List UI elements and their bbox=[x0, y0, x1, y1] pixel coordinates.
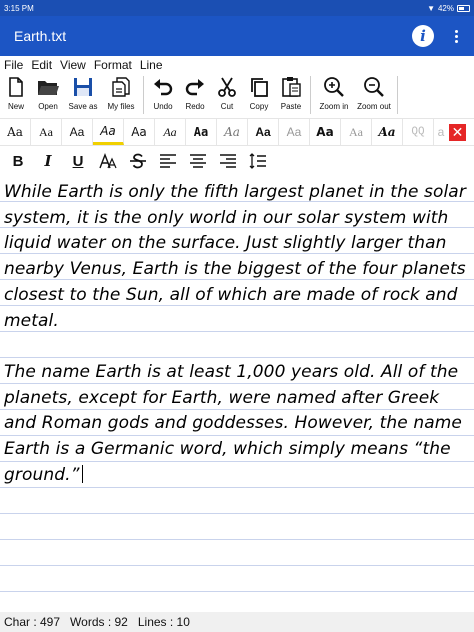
underline-button[interactable]: U bbox=[66, 150, 90, 172]
document-paragraph: While Earth is only the fifth largest pl… bbox=[4, 182, 466, 331]
folder-icon bbox=[38, 81, 59, 95]
undo-icon bbox=[154, 79, 173, 96]
files-icon bbox=[112, 77, 130, 97]
toolbar-divider bbox=[397, 76, 398, 114]
zoom-in-button[interactable]: Zoom in bbox=[314, 73, 354, 117]
toolbar-divider bbox=[310, 76, 311, 114]
line-spacing-icon bbox=[249, 153, 266, 169]
char-count: Char : 497 bbox=[4, 615, 61, 629]
zoom-out-button[interactable]: Zoom out bbox=[354, 73, 394, 117]
copy-button[interactable]: Copy bbox=[243, 73, 275, 117]
copy-icon bbox=[251, 78, 268, 97]
new-label: New bbox=[7, 102, 24, 111]
font-sample[interactable]: Aa bbox=[186, 119, 217, 145]
toolbar-divider bbox=[143, 76, 144, 114]
menu-view[interactable]: View bbox=[60, 58, 86, 72]
font-sample[interactable]: Aa bbox=[248, 119, 279, 145]
status-time: 3:15 PM bbox=[4, 3, 34, 13]
font-sample[interactable]: Aa bbox=[62, 119, 93, 145]
align-right-icon bbox=[220, 154, 236, 168]
system-status-bar: 3:15 PM ▼ 42% bbox=[0, 0, 474, 16]
font-sample-selected[interactable]: Aa bbox=[93, 119, 124, 145]
cut-button[interactable]: Cut bbox=[211, 73, 243, 117]
paste-button[interactable]: Paste bbox=[275, 73, 307, 117]
menu-format[interactable]: Format bbox=[94, 58, 132, 72]
font-sample[interactable]: Aa bbox=[217, 119, 248, 145]
save-as-button[interactable]: Save as bbox=[64, 73, 102, 117]
scissors-icon bbox=[218, 77, 236, 97]
info-icon[interactable]: i bbox=[412, 25, 434, 47]
zoom-out-icon bbox=[364, 77, 384, 97]
menu-bar: File Edit View Format Line bbox=[0, 56, 474, 73]
save-as-label: Save as bbox=[68, 102, 98, 111]
battery-percent: 42% bbox=[437, 3, 454, 13]
align-left-button[interactable] bbox=[156, 150, 180, 172]
wifi-icon: ▼ bbox=[427, 3, 435, 13]
status-icons: ▼ 42% bbox=[427, 4, 470, 13]
paste-clipboard-icon bbox=[282, 77, 301, 97]
zoom-in-label: Zoom in bbox=[319, 102, 349, 111]
save-disk-icon bbox=[74, 78, 92, 96]
italic-button[interactable]: I bbox=[36, 150, 60, 172]
align-center-icon bbox=[190, 154, 206, 168]
line-spacing-button[interactable] bbox=[246, 150, 270, 172]
paragraph-text: The name Earth is at least 1,000 years o… bbox=[4, 361, 462, 485]
align-center-button[interactable] bbox=[186, 150, 210, 172]
zoom-out-label: Zoom out bbox=[357, 102, 391, 111]
open-label: Open bbox=[38, 102, 58, 111]
open-button[interactable]: Open bbox=[32, 73, 64, 117]
font-sample[interactable]: Aa bbox=[310, 119, 341, 145]
text-size-icon bbox=[99, 153, 117, 169]
redo-button[interactable]: Redo bbox=[179, 73, 211, 117]
line-count: Lines : 10 bbox=[137, 615, 190, 629]
my-files-button[interactable]: My files bbox=[102, 73, 140, 117]
font-sample[interactable]: Aa bbox=[341, 119, 372, 145]
copy-label: Copy bbox=[249, 102, 269, 111]
overflow-menu-icon[interactable] bbox=[452, 29, 460, 43]
text-size-button[interactable] bbox=[96, 150, 120, 172]
new-button[interactable]: New bbox=[0, 73, 32, 117]
document-title: Earth.txt bbox=[14, 28, 67, 44]
font-sample[interactable]: Aa bbox=[124, 119, 155, 145]
menu-edit[interactable]: Edit bbox=[31, 58, 52, 72]
font-picker-row: Aa Aa Aa Aa Aa Aa Aa Aa Aa Aa Aa Aa Aa Q… bbox=[0, 118, 474, 146]
font-sample[interactable]: Aa bbox=[31, 119, 62, 145]
strikethrough-button[interactable] bbox=[126, 150, 150, 172]
font-sample[interactable]: Aa bbox=[372, 119, 403, 145]
document-stats-bar: Char : 497 Words : 92 Lines : 10 bbox=[0, 612, 474, 632]
align-left-icon bbox=[160, 154, 176, 168]
font-sample[interactable]: QQ bbox=[403, 119, 434, 145]
battery-icon bbox=[457, 4, 470, 12]
undo-label: Undo bbox=[153, 102, 173, 111]
font-sample[interactable]: Aa bbox=[0, 119, 31, 145]
cut-label: Cut bbox=[220, 102, 234, 111]
main-toolbar: New Open Save as My files Undo Redo Cut … bbox=[0, 73, 474, 117]
undo-button[interactable]: Undo bbox=[147, 73, 179, 117]
new-file-icon bbox=[9, 77, 23, 97]
menu-file[interactable]: File bbox=[4, 58, 23, 72]
menu-line[interactable]: Line bbox=[140, 58, 163, 72]
paste-label: Paste bbox=[280, 102, 302, 111]
redo-label: Redo bbox=[185, 102, 205, 111]
my-files-label: My files bbox=[107, 102, 135, 111]
word-count: Words : 92 bbox=[70, 615, 128, 629]
bold-button[interactable]: B bbox=[6, 150, 30, 172]
text-editor[interactable]: While Earth is only the fifth largest pl… bbox=[0, 176, 474, 610]
app-bar: Earth.txt i bbox=[0, 16, 474, 56]
strikethrough-icon bbox=[130, 153, 146, 169]
font-sample[interactable]: a bbox=[434, 119, 448, 145]
font-sample[interactable]: Aa bbox=[279, 119, 310, 145]
redo-icon bbox=[185, 79, 204, 96]
align-right-button[interactable] bbox=[216, 150, 240, 172]
close-fonts-icon[interactable]: ✕ bbox=[449, 124, 466, 141]
format-toolbar: B I U bbox=[0, 148, 474, 174]
zoom-in-icon bbox=[324, 77, 344, 97]
text-cursor bbox=[81, 464, 83, 483]
font-sample[interactable]: Aa bbox=[155, 119, 186, 145]
document-paragraph: The name Earth is at least 1,000 years o… bbox=[4, 360, 470, 489]
